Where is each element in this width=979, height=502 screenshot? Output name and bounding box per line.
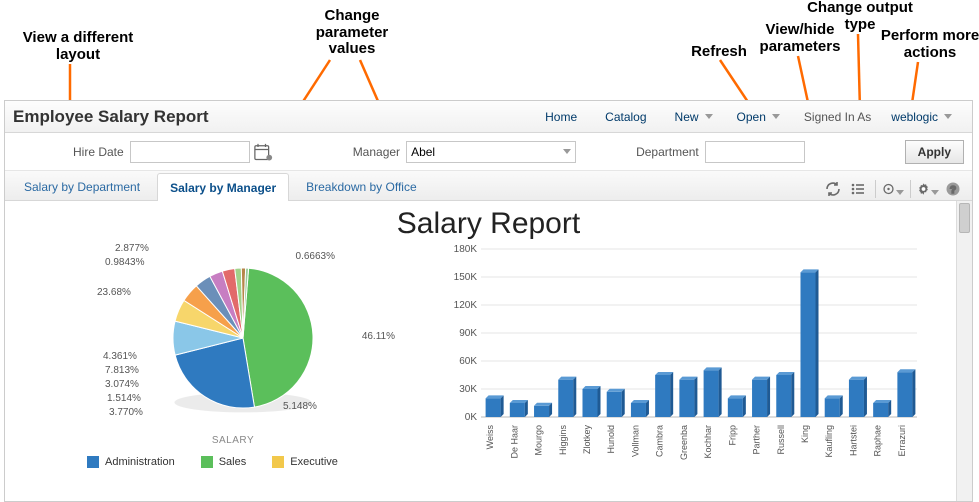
nav-home[interactable]: Home <box>531 110 591 124</box>
chevron-down-icon <box>896 190 904 195</box>
pie-label: 4.361% <box>103 351 137 362</box>
app-window: Employee Salary Report Home Catalog New … <box>4 100 973 502</box>
svg-text:Higgins: Higgins <box>558 425 568 456</box>
nav-open[interactable]: Open <box>723 110 790 124</box>
chevron-down-icon <box>772 114 780 119</box>
refresh-icon[interactable] <box>822 178 844 200</box>
hire-date-label: Hire Date <box>73 145 124 159</box>
help-icon[interactable]: ? <box>942 178 964 200</box>
svg-text:Russell: Russell <box>776 425 786 455</box>
pie-chart: 46.11% 0.6663% 2.877% 0.9843% 23.68% 4.3… <box>43 243 423 473</box>
legend-item: Executive <box>272 456 338 468</box>
legend-swatch <box>272 456 284 468</box>
legend: Administration Sales Executive <box>43 446 423 468</box>
svg-text:150K: 150K <box>454 272 478 283</box>
svg-text:Weiss: Weiss <box>485 425 495 450</box>
svg-text:Cambra: Cambra <box>655 425 665 457</box>
pie-label: 3.770% <box>109 407 143 418</box>
svg-text:90K: 90K <box>459 328 477 339</box>
pie-label: 46.11% <box>362 331 395 342</box>
svg-text:King: King <box>800 425 810 443</box>
svg-text:0K: 0K <box>465 412 478 423</box>
svg-text:Errazuri: Errazuri <box>897 425 907 457</box>
hire-date-input[interactable] <box>130 141 250 163</box>
parameters-icon[interactable] <box>847 178 869 200</box>
pie-label: 2.877% <box>115 243 149 254</box>
global-nav: Home Catalog New Open Signed In As weblo… <box>531 110 972 124</box>
bar-chart: 0K 30K 60K 90K 120K 150K 180K Weiss De Haar Mourg… <box>443 243 923 473</box>
toolbar: ? <box>822 178 972 200</box>
tab-salary-by-department[interactable]: Salary by Department <box>11 172 153 200</box>
annotation-change-output: Change output type <box>800 0 920 33</box>
svg-text:Parther: Parther <box>752 425 762 455</box>
nav-user-menu[interactable]: weblogic <box>877 110 962 124</box>
pie-label: 7.813% <box>105 365 139 376</box>
svg-text:?: ? <box>950 185 956 196</box>
svg-text:Vollman: Vollman <box>630 425 640 457</box>
legend-item: Administration <box>87 456 175 468</box>
annotation-more-actions: Perform more actions <box>880 28 979 61</box>
chevron-down-icon <box>563 149 571 154</box>
legend-item: Sales <box>201 456 247 468</box>
nav-signed-in-label: Signed In As <box>790 110 877 124</box>
svg-text:30K: 30K <box>459 384 477 395</box>
department-input[interactable] <box>705 141 805 163</box>
report-title: Salary Report <box>5 201 972 243</box>
manager-label: Manager <box>353 145 400 159</box>
tab-salary-by-manager[interactable]: Salary by Manager <box>157 173 289 201</box>
svg-text:Hunold: Hunold <box>606 425 616 454</box>
svg-text:De Haar: De Haar <box>509 425 519 459</box>
pie-label: 23.68% <box>97 287 131 298</box>
separator <box>875 180 876 198</box>
annotation-change-params: Change parameter values <box>282 8 422 58</box>
svg-text:60K: 60K <box>459 356 477 367</box>
scrollbar[interactable] <box>956 201 972 501</box>
pie-label: 3.074% <box>105 379 139 390</box>
chevron-down-icon <box>944 114 952 119</box>
pie-subtitle: SALARY <box>43 435 423 446</box>
parameter-bar: Hire Date Manager Abel Department Apply <box>5 133 972 171</box>
separator <box>910 180 911 198</box>
annotation-refresh: Refresh <box>684 44 754 61</box>
svg-text:Zlotkey: Zlotkey <box>582 425 592 455</box>
svg-text:Kochhar: Kochhar <box>703 425 713 459</box>
svg-text:180K: 180K <box>454 244 478 255</box>
manager-select-value: Abel <box>411 145 435 159</box>
pie-label: 1.514% <box>107 393 141 404</box>
svg-text:Hartstei: Hartstei <box>848 425 858 456</box>
output-type-button[interactable] <box>882 178 904 200</box>
nav-new[interactable]: New <box>661 110 723 124</box>
pie-label: 0.9843% <box>105 257 144 268</box>
calendar-icon[interactable] <box>253 142 273 162</box>
svg-text:Greenba: Greenba <box>679 425 689 460</box>
svg-text:Mourgo: Mourgo <box>534 425 544 456</box>
chevron-down-icon <box>931 190 939 195</box>
scrollbar-thumb[interactable] <box>959 203 970 233</box>
legend-swatch <box>87 456 99 468</box>
svg-text:Fripp: Fripp <box>727 425 737 446</box>
report-canvas: Salary Report 46.11% 0.6663% 2.877% 0.98… <box>5 201 972 501</box>
chevron-down-icon <box>705 114 713 119</box>
svg-text:Kaufling: Kaufling <box>824 425 834 458</box>
tab-strip: Salary by Department Salary by Manager B… <box>5 171 972 201</box>
nav-catalog[interactable]: Catalog <box>591 110 660 124</box>
manager-select[interactable]: Abel <box>406 141 576 163</box>
svg-text:Raphae: Raphae <box>873 425 883 457</box>
department-label: Department <box>636 145 699 159</box>
legend-swatch <box>201 456 213 468</box>
apply-button[interactable]: Apply <box>905 140 964 164</box>
annotation-view-layout: View a different layout <box>8 30 148 63</box>
pie-label: 0.6663% <box>296 251 335 262</box>
svg-text:120K: 120K <box>454 300 478 311</box>
page-title: Employee Salary Report <box>5 107 209 127</box>
actions-gear-button[interactable] <box>917 178 939 200</box>
pie-label: 5.148% <box>283 401 317 412</box>
title-bar: Employee Salary Report Home Catalog New … <box>5 101 972 133</box>
annotation-view-hide: View/hide parameters <box>750 22 850 55</box>
tab-breakdown-by-office[interactable]: Breakdown by Office <box>293 172 430 200</box>
